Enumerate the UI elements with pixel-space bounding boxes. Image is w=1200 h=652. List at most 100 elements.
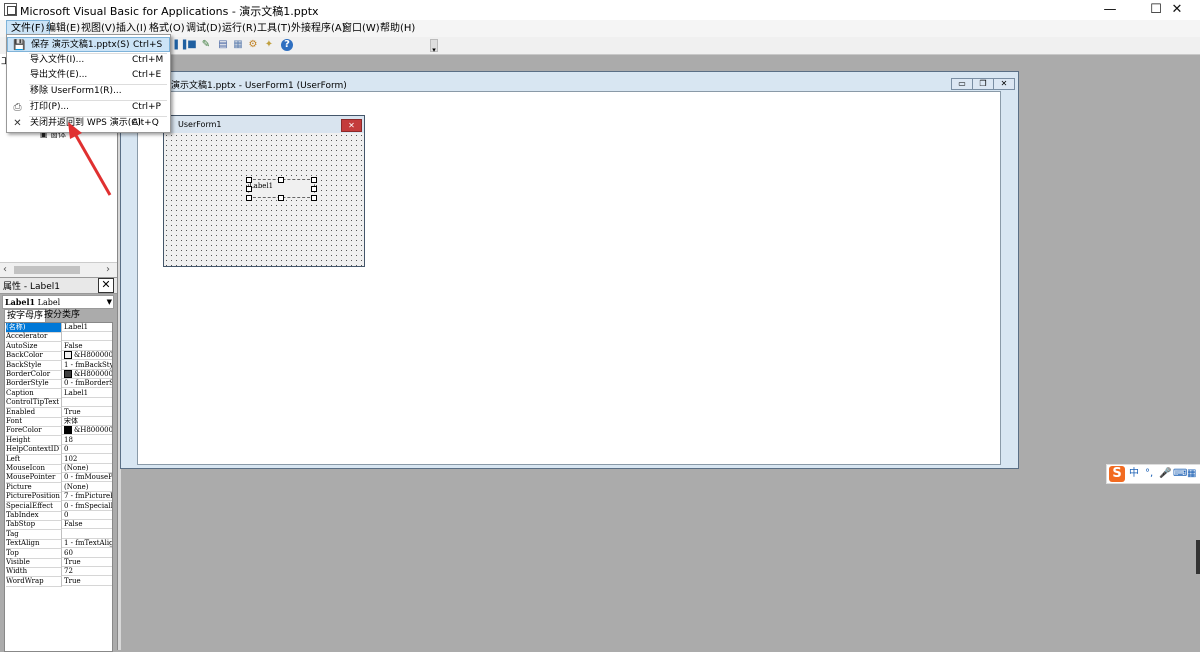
resize-handle[interactable] bbox=[278, 177, 284, 183]
property-row[interactable]: Tag bbox=[5, 529, 112, 540]
properties-close-button[interactable]: ✕ bbox=[98, 278, 114, 293]
project-explorer-icon[interactable]: ▤ bbox=[218, 40, 228, 50]
property-value[interactable]: Label1 bbox=[62, 389, 112, 398]
resize-handle[interactable] bbox=[246, 177, 252, 183]
property-value[interactable]: Label1 bbox=[62, 323, 112, 332]
minimize-button[interactable]: — bbox=[1087, 0, 1133, 20]
property-value[interactable]: 102 bbox=[62, 455, 112, 464]
userform-design-grid[interactable]: Label1 bbox=[164, 133, 364, 266]
property-row[interactable]: Width 72 bbox=[5, 567, 112, 578]
property-value[interactable]: 1 - fmBackStyleOpaque bbox=[62, 361, 112, 370]
property-value[interactable]: True bbox=[62, 408, 112, 417]
tab-alphabetic[interactable]: 按字母序 bbox=[4, 309, 47, 322]
property-value[interactable]: 0 - fmBorderStyleNone bbox=[62, 379, 112, 389]
ime-menu-icon[interactable]: ▦ bbox=[1187, 467, 1196, 481]
property-value[interactable]: &H80000012& bbox=[62, 426, 112, 436]
ime-mode-chinese[interactable]: 中 bbox=[1129, 467, 1139, 481]
child-close-button[interactable]: ✕ bbox=[993, 78, 1015, 90]
property-value[interactable] bbox=[62, 530, 112, 539]
property-value[interactable]: 72 bbox=[62, 567, 112, 577]
property-row[interactable]: MousePointer0 - fmMousePointerDefault bbox=[5, 473, 112, 484]
property-row[interactable]: Visible True bbox=[5, 558, 112, 568]
tab-categorized[interactable]: 按分类序 bbox=[42, 309, 82, 321]
property-value[interactable]: 0 bbox=[62, 511, 112, 520]
ime-punctuation-icon[interactable]: °, bbox=[1145, 467, 1153, 481]
keyboard-icon[interactable]: ⌨ bbox=[1173, 467, 1187, 481]
property-value[interactable]: True bbox=[62, 558, 112, 567]
property-row[interactable]: ForeColor&H80000012& bbox=[5, 426, 112, 437]
object-selector[interactable]: Label1 Label ▼ bbox=[2, 295, 114, 309]
property-row[interactable]: Height 18 bbox=[5, 435, 112, 446]
property-row[interactable]: TextAlign1 - fmTextAlignLeft bbox=[5, 539, 112, 550]
project-horizontal-scrollbar[interactable]: ‹ › bbox=[0, 262, 117, 277]
resize-handle[interactable] bbox=[311, 177, 317, 183]
property-value[interactable]: 1 - fmTextAlignLeft bbox=[62, 539, 112, 549]
property-value[interactable]: &H8000000F& bbox=[62, 351, 112, 361]
pause-icon[interactable]: ❚❚ bbox=[172, 40, 189, 50]
property-row[interactable]: Font 宋体 bbox=[5, 417, 112, 427]
child-restore-button[interactable]: ❐ bbox=[972, 78, 994, 90]
scroll-left-icon[interactable]: ‹ bbox=[3, 263, 7, 277]
label1-control[interactable]: Label1 bbox=[246, 177, 317, 201]
property-row[interactable]: TabStop False bbox=[5, 520, 112, 531]
resize-handle[interactable] bbox=[278, 195, 284, 201]
scroll-right-icon[interactable]: › bbox=[106, 263, 110, 277]
property-row[interactable]: BorderColor&H80000006& bbox=[5, 370, 112, 380]
userform[interactable]: UserForm1 ✕ Label1 bbox=[163, 115, 365, 267]
property-value[interactable]: 7 - fmPicturePositionAboveCenter bbox=[62, 492, 112, 502]
menu-item-export[interactable]: 导出文件(E)... Ctrl+E bbox=[7, 68, 170, 83]
property-row[interactable]: Caption Label1 bbox=[5, 388, 112, 399]
menu-item-remove[interactable]: 移除 UserForm1(R)... bbox=[7, 84, 170, 99]
property-row[interactable]: Left 102 bbox=[5, 454, 112, 465]
property-value[interactable] bbox=[62, 332, 112, 342]
resize-handle[interactable] bbox=[246, 195, 252, 201]
resize-handle[interactable] bbox=[246, 186, 252, 192]
toolbar-options-icon[interactable]: ▾ bbox=[430, 39, 438, 54]
property-row[interactable]: MouseIcon (None) bbox=[5, 464, 112, 474]
child-minimize-button[interactable]: ▭ bbox=[951, 78, 973, 90]
design-mode-icon[interactable]: ✎ bbox=[201, 40, 211, 50]
menu-item-save[interactable]: 💾 保存 演示文稿1.pptx(S) Ctrl+S bbox=[7, 37, 170, 52]
property-value[interactable]: 0 bbox=[62, 445, 112, 455]
chevron-down-icon[interactable]: ▼ bbox=[107, 296, 112, 308]
property-row[interactable]: Picture (None) bbox=[5, 482, 112, 493]
microphone-icon[interactable]: 🎤 bbox=[1159, 467, 1171, 481]
property-value[interactable]: 宋体 bbox=[62, 417, 112, 426]
help-icon[interactable]: ? bbox=[281, 39, 293, 51]
property-row[interactable]: SpecialEffect0 - fmSpecialEffectFlat bbox=[5, 501, 112, 512]
stop-icon[interactable]: ■ bbox=[187, 40, 197, 50]
property-row[interactable]: Enabled True bbox=[5, 407, 112, 418]
property-row[interactable]: Accelerator bbox=[5, 332, 112, 343]
properties-window-icon[interactable]: ▦ bbox=[233, 40, 243, 50]
property-row[interactable]: Top 60 bbox=[5, 548, 112, 559]
property-value[interactable]: True bbox=[62, 577, 112, 586]
property-row[interactable]: BackColor&H8000000F& bbox=[5, 351, 112, 362]
ime-toolbar[interactable]: S 中 °, 🎤 ⌨ ▦ bbox=[1106, 464, 1200, 484]
property-value[interactable]: 18 bbox=[62, 436, 112, 445]
property-value[interactable]: &H80000006& bbox=[62, 370, 112, 379]
resize-handle[interactable] bbox=[311, 186, 317, 192]
property-value[interactable]: (None) bbox=[62, 483, 112, 492]
resize-handle[interactable] bbox=[311, 195, 317, 201]
property-value[interactable]: 60 bbox=[62, 549, 112, 558]
property-row[interactable]: BorderStyle0 - fmBorderStyleNone bbox=[5, 379, 112, 390]
menu-item-print[interactable]: ⎙ 打印(P)... Ctrl+P bbox=[7, 100, 170, 115]
property-row[interactable]: BackStyle1 - fmBackStyleOpaque bbox=[5, 360, 112, 371]
property-row[interactable]: TabIndex 0 bbox=[5, 511, 112, 521]
property-row[interactable]: (名称) Label1 bbox=[5, 323, 112, 333]
object-browser-icon[interactable]: ⚙ bbox=[248, 40, 258, 50]
menu-item-import[interactable]: 导入文件(I)... Ctrl+M bbox=[7, 53, 170, 68]
property-value[interactable]: False bbox=[62, 342, 112, 351]
scroll-thumb[interactable] bbox=[14, 266, 80, 274]
property-row[interactable]: WordWrap True bbox=[5, 576, 112, 587]
property-value[interactable]: (None) bbox=[62, 464, 112, 473]
menu-help[interactable]: 帮助(H) bbox=[376, 21, 419, 36]
property-row[interactable]: ControlTipText bbox=[5, 398, 112, 409]
property-value[interactable]: 0 - fmSpecialEffectFlat bbox=[62, 502, 112, 511]
toolbox-icon[interactable]: ✦ bbox=[264, 40, 274, 50]
property-value[interactable]: False bbox=[62, 520, 112, 530]
property-value[interactable]: 0 - fmMousePointerDefault bbox=[62, 473, 112, 483]
property-row[interactable]: HelpContextID 0 bbox=[5, 445, 112, 456]
property-value[interactable] bbox=[62, 398, 112, 408]
close-window-button[interactable]: ✕ bbox=[1154, 0, 1200, 20]
